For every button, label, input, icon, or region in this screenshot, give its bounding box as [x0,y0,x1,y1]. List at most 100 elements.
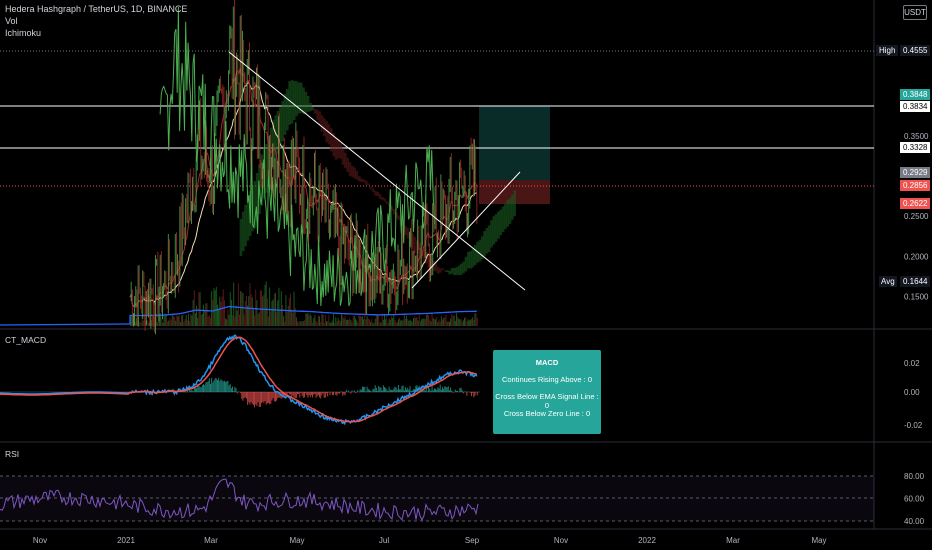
volume-bar [314,314,316,326]
cloud-segment [348,162,352,177]
macd-pane-title[interactable]: CT_MACD [5,335,46,345]
macd-hist-bar [252,392,254,406]
macd-hist-bar [201,385,203,392]
macd-hist-bar [247,392,249,405]
volume-bar [384,313,385,326]
volume-bar [237,283,239,326]
cloud-segment [353,167,356,179]
cloud-segment [355,170,359,180]
macd-hist-bar [295,392,297,398]
cloud-segment [362,179,366,183]
volume-bar [309,313,311,326]
cloud-segment [506,200,510,227]
price-tick-label: 0.3500 [904,132,929,141]
macd-hist-bar [292,392,294,396]
volume-bar [174,316,176,326]
macd-hist-bar [375,387,377,392]
macd-hist-bar [413,389,414,392]
macd-hist-bar [372,389,374,392]
volume-bar [365,319,367,326]
volume-bar [277,300,279,326]
volume-bar [408,320,410,326]
cloud-segment [327,124,331,145]
volume-bar [422,318,424,326]
volume-bar [291,309,293,326]
macd-hist-bar [249,392,251,405]
macd-hist-bar [203,384,205,392]
line2-tag: 0.3328 [900,142,930,153]
volume-bar [338,320,340,326]
chart-canvas[interactable]: 0.3500 0.2500 0.2000 0.1500 Nov 2021 Mar May Ju… [0,0,932,550]
volume-bar [328,315,330,326]
macd-axis-ticks: 0.02 0.00 -0.02 [904,359,923,430]
volume-bar [389,319,391,326]
cloud-segment [462,261,465,274]
volume-bar [175,320,177,326]
macd-hist-bar [329,392,331,396]
cloud-segment [494,214,498,242]
volume-bar [302,321,304,326]
macd-hist-bar [408,389,410,392]
macd-hist-bar [210,383,211,392]
macd-hist-bar [251,392,253,404]
rsi-pane-title[interactable]: RSI [5,449,19,459]
volume-bar [182,315,184,326]
cloud-segment [304,91,308,114]
macd-hist-bar [473,392,475,398]
time-axis-ticks: Nov 2021 Mar May Jul Sep Nov 2022 Mar May [33,536,827,545]
volume-bar [220,301,222,326]
macd-hist-bar [297,392,298,394]
volume-bar [391,316,392,326]
macd-hist-bar [394,386,396,392]
volume-bar [161,318,163,326]
cloud-segment [473,245,477,266]
macd-hist-bar [306,392,308,396]
volume-bar [461,321,463,326]
macd-hist-bar [476,392,478,396]
symbol-title[interactable]: Hedera Hashgraph / TetherUS, 1D, BINANCE [5,3,187,15]
cloud-segment [464,256,468,272]
cloud-segment [265,143,268,193]
macd-hist-bar [431,385,433,392]
macd-hist-bar [221,380,223,392]
high-tag: High 0.4555 [876,45,930,56]
currency-button[interactable]: USDT [903,5,927,20]
volume-bar [204,310,206,326]
ichimoku-indicator-label[interactable]: Ichimoku [5,27,187,39]
volume-bar [416,316,418,326]
volume-bar [351,322,353,326]
macd-hist-bar [234,386,236,392]
line1-tag: 0.3834 [900,101,930,112]
volume-bar [213,288,215,326]
volume-bar [350,320,352,326]
cloud-segment [457,265,461,276]
volume-bar [197,317,199,326]
macd-box-line2: Cross Below EMA Signal Line : 0 [495,392,599,410]
macd-hist-bar [396,389,398,392]
cloud-segment [330,128,333,152]
volume-bar [465,317,467,326]
volume-bar [334,322,336,326]
volume-bar [466,321,468,326]
cloud-segment [485,227,489,254]
cloud-segment [446,270,449,273]
volume-bar [428,314,430,326]
volume-bar [265,281,267,326]
volume-bar [397,319,399,326]
macd-hist-bar [403,390,405,392]
volume-bar [234,316,236,326]
volume-bar [455,313,457,326]
volume-indicator-label[interactable]: Vol [5,15,187,27]
target-zone[interactable] [479,106,550,180]
volume-bar [324,314,326,326]
cloud-segment [337,138,340,159]
macd-hist-bar [438,388,440,392]
volume-bar [330,322,332,326]
avg-tag-value: 0.1644 [903,277,928,286]
volume-bar [305,313,307,326]
volume-bar [271,300,273,326]
time-tick-label: Mar [726,536,740,545]
volume-bar [280,291,282,326]
macd-hist-bar [271,392,273,401]
macd-hist-bar [308,392,310,396]
